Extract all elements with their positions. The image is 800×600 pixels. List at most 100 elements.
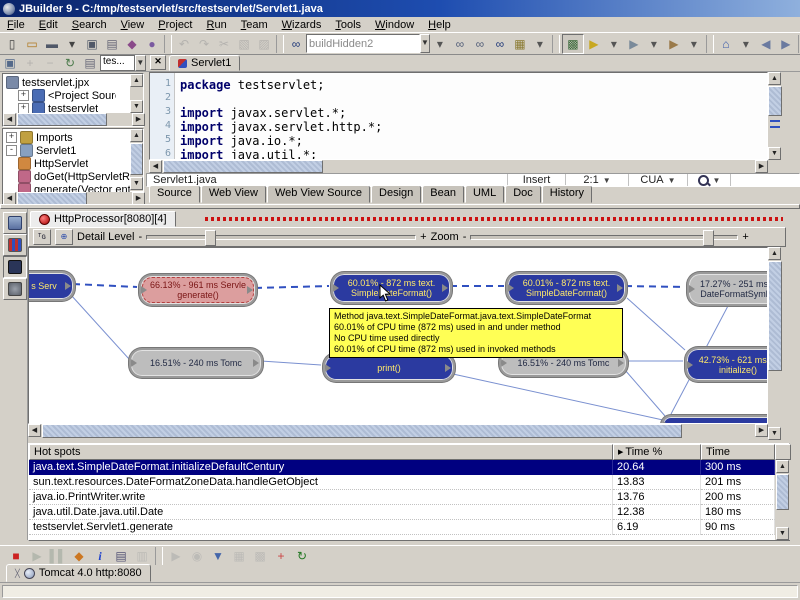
scroll-up-icon[interactable] xyxy=(768,72,781,85)
zoom-slider[interactable] xyxy=(470,235,738,240)
graph-vscrollbar[interactable] xyxy=(768,247,782,440)
session-tab[interactable]: HttpProcessor[8080][4] xyxy=(30,211,176,227)
code-editor[interactable]: 123456 package testservlet;import javax.… xyxy=(149,72,768,160)
graph-node-1[interactable]: 66.13% - 961 ms Servlegenerate() xyxy=(139,274,257,306)
print-icon[interactable]: ▤ xyxy=(102,35,122,53)
search-source-icon[interactable]: ∞ xyxy=(450,35,470,53)
column-header-hotspots[interactable]: Hot spots xyxy=(29,444,613,460)
zoom-slider-thumb[interactable] xyxy=(703,230,714,246)
call-graph-canvas[interactable]: s Serv66.13% - 961 ms Servlegenerate()60… xyxy=(28,247,768,424)
resume-button[interactable]: ▶ xyxy=(27,547,47,565)
debug-caret-icon[interactable]: ▾ xyxy=(644,35,664,53)
hotspot-row[interactable]: java.io.PrintWriter.write13.76200 ms xyxy=(29,490,775,505)
info-button[interactable]: i xyxy=(90,547,110,565)
detail-slider-thumb[interactable] xyxy=(205,230,216,246)
vscroll-thumb[interactable] xyxy=(768,86,782,116)
undo-icon[interactable]: ↶ xyxy=(174,35,194,53)
expander-icon[interactable]: + xyxy=(6,132,17,143)
target-config-combo[interactable] xyxy=(306,34,420,53)
menu-help[interactable]: Help xyxy=(421,18,458,32)
project-tree-vscrollbar[interactable] xyxy=(130,74,143,114)
tree-item[interactable]: -Servlet1 xyxy=(4,144,130,157)
tab-uml[interactable]: UML xyxy=(465,185,504,203)
redo-icon[interactable]: ↷ xyxy=(194,35,214,53)
graph-node-3[interactable]: 60.01% - 872 ms text.SimpleDateFormat() xyxy=(506,272,627,304)
expander-icon[interactable]: + xyxy=(18,90,29,101)
back-icon[interactable]: ◀ xyxy=(756,35,776,53)
editor-hscrollbar[interactable] xyxy=(149,160,768,173)
scroll-right-icon[interactable] xyxy=(755,424,768,437)
project-selector-caret[interactable]: ▼ xyxy=(135,55,146,71)
detail-plus-label[interactable]: + xyxy=(420,231,426,243)
graph-node-8[interactable]: 42.73% - 621 ms Siinitialize() xyxy=(685,347,768,382)
report-button[interactable]: ▤ xyxy=(111,547,131,565)
close-file-icon[interactable]: ✕ xyxy=(150,55,166,70)
target-config-caret[interactable]: ▼ xyxy=(420,34,430,53)
scroll-up-icon[interactable] xyxy=(130,129,143,142)
save-caret-icon[interactable]: ▾ xyxy=(62,35,82,53)
detail-minus-label[interactable]: - xyxy=(138,231,142,243)
tracepoint-button[interactable]: ◆ xyxy=(69,547,89,565)
home-caret-icon[interactable]: ▾ xyxy=(736,35,756,53)
runtime-tab-tomcat[interactable]: ╳ Tomcat 4.0 http:8080 xyxy=(6,564,151,582)
editor-file-tab[interactable]: Servlet1 xyxy=(169,55,240,71)
refresh-project-icon[interactable]: ↻ xyxy=(60,54,80,72)
cut-icon[interactable]: ✂ xyxy=(214,35,234,53)
menu-wizards[interactable]: Wizards xyxy=(275,18,329,32)
hscroll-thumb[interactable] xyxy=(163,160,323,173)
stop-button[interactable]: ■ xyxy=(6,547,26,565)
column-header-time[interactable]: Time xyxy=(701,444,775,460)
tab-web-view[interactable]: Web View xyxy=(201,185,266,203)
project-selector[interactable]: tes... xyxy=(100,55,135,71)
heap-view-button[interactable]: ▦ xyxy=(229,547,249,565)
console-view-button[interactable] xyxy=(3,212,27,234)
project-properties-icon[interactable]: ▤ xyxy=(80,54,100,72)
title-bar[interactable]: JBuilder 9 - C:/tmp/testservlet/src/test… xyxy=(0,0,800,17)
vscroll-thumb[interactable] xyxy=(130,143,143,175)
menu-team[interactable]: Team xyxy=(234,18,275,32)
hscroll-thumb[interactable] xyxy=(42,424,682,438)
open-file-icon[interactable]: ▭ xyxy=(22,35,42,53)
add-to-project-icon[interactable]: + xyxy=(20,54,40,72)
run-project-icon[interactable]: ▶ xyxy=(584,35,604,53)
menu-tools[interactable]: Tools xyxy=(328,18,368,32)
tab-doc[interactable]: Doc xyxy=(505,185,541,203)
project-tree-hscrollbar[interactable] xyxy=(3,113,145,126)
cube-icon[interactable]: ◆ xyxy=(122,35,142,53)
deploy-icon[interactable]: ● xyxy=(142,35,162,53)
profile-project-icon[interactable]: ▶ xyxy=(664,35,684,53)
debug-project-icon[interactable]: ▶ xyxy=(624,35,644,53)
zoom-plus-label[interactable]: + xyxy=(742,231,748,243)
forward-icon[interactable]: ▶ xyxy=(776,35,796,53)
close-project-icon[interactable]: ▣ xyxy=(0,54,20,72)
scroll-left-icon[interactable] xyxy=(149,160,162,173)
pause-button[interactable]: ▌▌ xyxy=(48,547,68,565)
scroll-right-icon[interactable] xyxy=(132,113,145,126)
graph-node-9[interactable] xyxy=(661,415,768,424)
memory-view-button[interactable] xyxy=(3,278,27,300)
hotspot-row[interactable]: testservlet.Servlet1.generate6.1990 ms xyxy=(29,520,775,535)
scroll-up-icon[interactable] xyxy=(768,247,781,260)
hotspot-row[interactable]: java.text.SimpleDateFormat.initializeDef… xyxy=(29,460,775,475)
cpu-profile-view-button[interactable] xyxy=(3,234,27,256)
hotspot-row[interactable]: sun.text.resources.DateFormatZoneData.ha… xyxy=(29,475,775,490)
detail-level-slider[interactable] xyxy=(146,235,416,240)
graph-node-5[interactable]: 16.51% - 240 ms Tomc xyxy=(129,348,263,378)
find-class-button[interactable]: ◉ xyxy=(187,547,207,565)
home-icon[interactable]: ⌂ xyxy=(716,35,736,53)
new-file-icon[interactable]: ▯ xyxy=(2,35,22,53)
copy-icon[interactable]: ▧ xyxy=(234,35,254,53)
refresh-views-button[interactable]: ↻ xyxy=(292,547,312,565)
search-project-icon[interactable]: ∞ xyxy=(490,35,510,53)
tab-source[interactable]: Source xyxy=(149,185,200,203)
graph-hscrollbar[interactable] xyxy=(28,424,768,438)
tab-history[interactable]: History xyxy=(542,185,592,203)
scroll-down-icon[interactable] xyxy=(130,177,143,190)
tree-item[interactable]: +Imports xyxy=(4,131,130,144)
remove-from-project-icon[interactable]: − xyxy=(40,54,60,72)
gc-button[interactable]: ▶ xyxy=(166,547,186,565)
run-caret-icon[interactable]: ▾ xyxy=(604,35,624,53)
snapshot-button[interactable]: ▼ xyxy=(208,547,228,565)
add-watch-button[interactable]: + xyxy=(271,547,291,565)
menu-search[interactable]: Search xyxy=(65,18,114,32)
